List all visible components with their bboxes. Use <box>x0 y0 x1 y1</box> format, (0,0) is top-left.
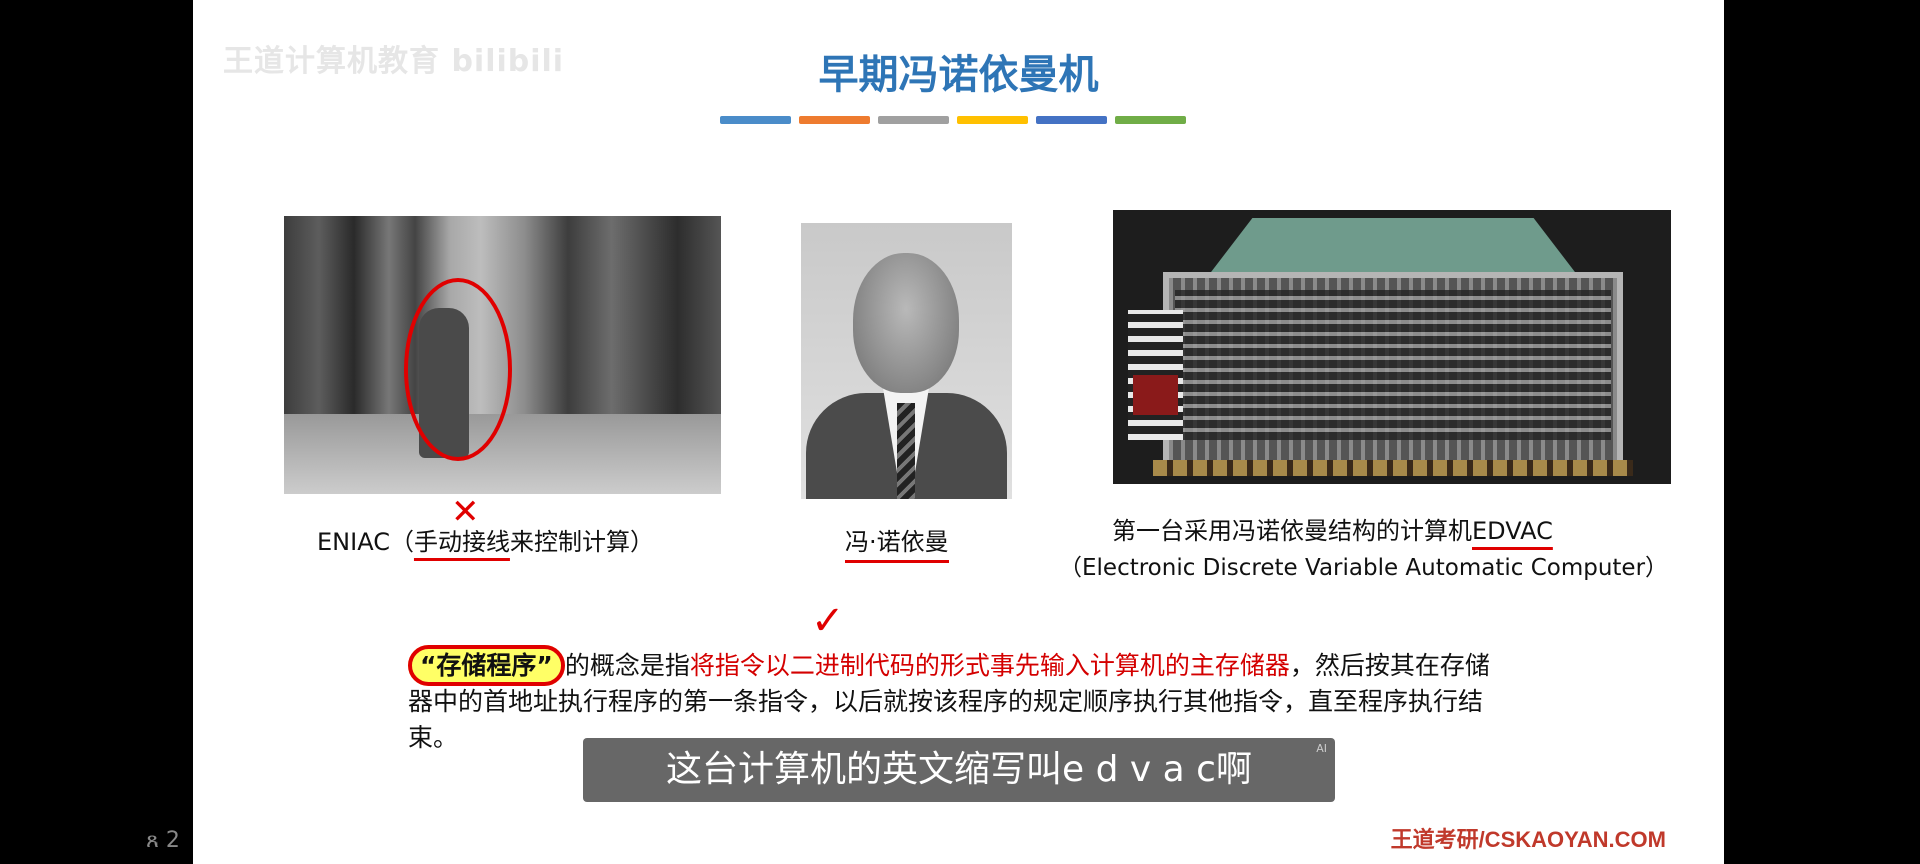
eniac-photo <box>284 216 721 494</box>
edvac-photo <box>1113 210 1671 484</box>
paragraph-red-part: 将指令以二进制代码的形式事先输入计算机的主存储器 <box>689 651 1290 680</box>
edvac-caption-prefix: 第一台采用冯诺依曼结构的计算机 <box>1112 517 1472 545</box>
color-bar <box>799 116 870 124</box>
video-subtitle: 这台计算机的英文缩写叫e d v a c啊 AI <box>583 738 1335 802</box>
vonneumann-portrait <box>801 223 1012 499</box>
slide: 王道计算机教育 bilibili 早期冯诺依曼机 ✕ ENIAC（手动接线来控制… <box>193 0 1724 864</box>
edvac-caption-line1: 第一台采用冯诺依曼结构的计算机EDVAC <box>1112 511 1553 546</box>
color-bar <box>878 116 949 124</box>
footer-brand: 王道考研/CSKAOYAN.COM <box>1390 827 1666 852</box>
vonneumann-name: 冯·诺依曼 <box>845 528 949 563</box>
color-bar <box>957 116 1028 124</box>
color-bar <box>720 116 791 124</box>
edvac-racks <box>1175 290 1611 440</box>
eniac-caption: ENIAC（手动接线来控制计算） <box>317 522 654 557</box>
color-bar <box>1115 116 1186 124</box>
edvac-red-panel <box>1133 375 1178 415</box>
portrait-head <box>853 253 959 393</box>
slide-title: 早期冯诺依曼机 <box>818 52 1099 98</box>
edvac-name: EDVAC <box>1472 517 1553 545</box>
red-circle-annotation <box>404 278 512 461</box>
subtitle-text: 这台计算机的英文缩写叫e d v a c啊 <box>666 749 1252 790</box>
edvac-hood <box>1208 218 1578 276</box>
color-bar <box>1036 116 1107 124</box>
eniac-caption-underlined: 手动接线 <box>413 528 510 556</box>
eniac-caption-suffix: 来控制计算） <box>509 528 654 556</box>
paragraph-part1: 的概念是指 <box>564 651 690 680</box>
check-mark-annotation: ✓ <box>811 598 845 644</box>
stored-program-term: “存储程序” <box>408 645 565 686</box>
edvac-caption-line2: （Electronic Discrete Variable Automatic … <box>1059 555 1669 581</box>
viewer-count[interactable]: ጸ 2 <box>146 828 180 853</box>
ai-subtitle-tag: AI <box>1316 742 1327 755</box>
vonneumann-caption: 冯·诺依曼 <box>845 522 949 563</box>
portrait-tie <box>897 403 915 499</box>
edvac-base <box>1153 460 1633 476</box>
photo-floor <box>284 414 721 494</box>
title-color-bars <box>720 116 1186 124</box>
eniac-caption-prefix: ENIAC（ <box>317 528 414 556</box>
